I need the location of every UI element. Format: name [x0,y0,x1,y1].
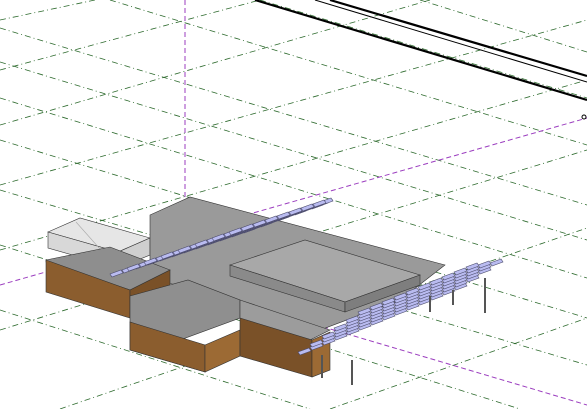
viewport-canvas[interactable] [0,0,587,409]
solar-panel [489,258,504,267]
3d-viewport[interactable] [0,0,587,409]
building-model[interactable] [45,196,446,378]
utility-lines [254,0,587,120]
